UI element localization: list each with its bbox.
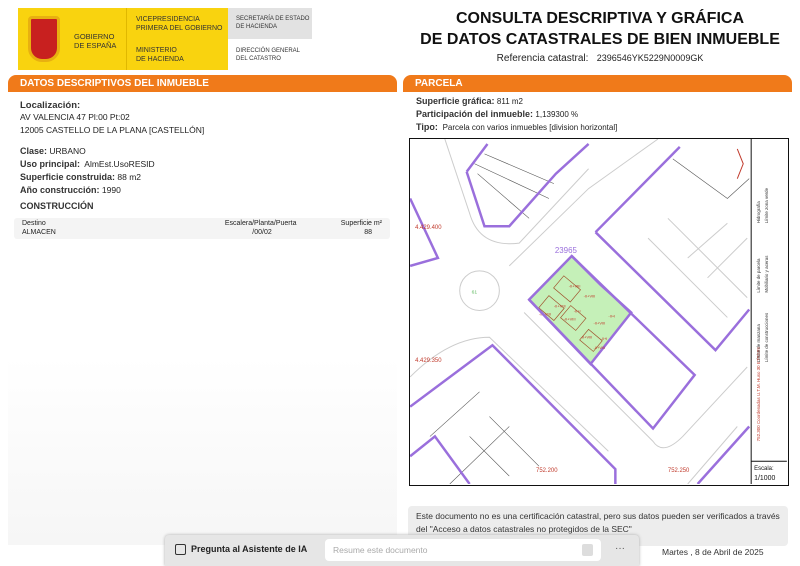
tipo-value: Parcela con varios inmuebles [division h… [442,123,618,132]
document-date: Martes , 8 de Abril de 2025 [662,547,764,557]
cadastral-reference: Referencia catastral: 2396546YK5229N0009… [400,53,800,64]
page-title: CONSULTA DESCRIPTIVA Y GRÁFICA DE DATOS C… [400,8,800,50]
construccion-title: CONSTRUCCIÓN [20,201,94,211]
title-line: DE DATOS CATASTRALES DE BIEN INMUEBLE [420,31,780,48]
sec-text: DE HACIENDA [236,24,278,30]
title-line: CONSULTA DESCRIPTIVA Y GRÁFICA [455,10,744,27]
clase-label: Clase: [20,146,48,156]
ai-prompt-input[interactable]: Resume este documento [325,539,601,561]
utm-x-label: 752.200 [536,468,558,474]
loc-label: Localización: [20,100,81,111]
table-row: ALMACEN/00/02 88 [14,228,390,239]
dir-text: DEL CATASTRO [236,56,281,62]
right-panel: PARCELA [403,75,792,92]
supg-value: 811 m2 [496,97,523,106]
coat-of-arms-icon [28,16,60,62]
scale-value: 1/1000 [754,475,775,482]
construction-table: Destino Escalera/Planta/Puerta Superficie … [14,218,390,239]
secretaria-box: SECRETARÍA DE ESTADO DE HACIENDA [228,8,312,39]
sec-text: SECRETARÍA DE ESTADO [236,16,310,22]
ref-label: Referencia catastral: [496,53,589,64]
svg-text:-II+VIII: -II+VIII [594,345,606,350]
utm-y-label: 4.429.400 [415,225,442,231]
svg-text:-II+VIII: -II+VIII [554,304,566,309]
col-header: Destino [22,220,46,227]
legend-item: Límite de manzana [756,324,761,362]
cadastral-map[interactable]: -II+VIII -II+VIII -II+VIII -II+I -II+VIII -I… [409,138,789,486]
svg-text:-II+VIII: -II+VIII [581,334,593,339]
vp-text: PRIMERA DEL GOBIERNO [136,25,223,32]
svg-text:-II+I: -II+I [608,313,615,318]
address-line: 12005 CASTELLO DE LA PLANA [CASTELLÓN] [20,125,205,135]
svg-text:-II+VIII: -II+VIII [594,320,606,325]
table-header: Destino Escalera/Planta/Puerta Superficie … [14,218,390,228]
gov-text: DE ESPAÑA [74,41,117,50]
ref-value: 2396546YK5229N0009GK [596,53,704,63]
cell: ALMACEN [22,229,56,236]
col-header: Superficie m² [340,220,382,227]
svg-text:-II+VIII: -II+VIII [569,284,581,289]
sup-label: Superficie construida: [20,172,116,182]
svg-text:-II+I: -II+I [574,308,581,313]
send-icon[interactable] [582,544,593,556]
input-placeholder: Resume este documento [333,545,428,555]
cell: 88 [364,229,372,236]
col-header: Escalera/Planta/Puerta [224,220,297,227]
ai-assistant-icon[interactable] [175,544,186,555]
utm-y-label: 4.429.350 [415,358,442,364]
part-label: Participación del inmueble: [416,109,534,119]
north-arrow-icon [736,148,744,179]
section-header: DATOS DESCRIPTIVOS DEL INMUEBLE [8,75,397,92]
government-logo: GOBIERNO DE ESPAÑA VICEPRESIDENCIA PRIMERA… [18,8,228,70]
svg-text:-II+VIII: -II+VIII [584,294,596,299]
min-text: DE HACIENDA [136,56,184,63]
svg-text:-II+VIII: -II+VIII [564,316,576,321]
svg-text:61: 61 [472,290,478,296]
vp-text: VICEPRESIDENCIA [136,16,200,23]
legend-item: Límite de parcela [756,258,761,293]
min-text: MINISTERIO [136,47,177,54]
ano-value: 1990 [101,185,121,195]
tipo-label: Tipo: [416,122,438,132]
more-options-button[interactable]: ··· [615,543,625,554]
address-line: AV VALENCIA 47 Pl:00 Pt:02 [20,112,130,122]
ai-assistant-label[interactable]: Pregunta al Asistente de IA [191,544,307,554]
supg-label: Superficie gráfica: [416,96,495,106]
legend-item: Mobiliario y aceras [764,255,769,293]
gov-text: GOBIERNO [74,32,115,41]
uso-value: AlmEst.UsoRESID [84,159,155,169]
utm-x-label: 752.250 [668,468,690,474]
sup-value: 88 m2 [117,172,142,182]
legend-item: Hidrografía [756,201,761,224]
ano-label: Año construcción: [20,185,100,195]
parcel-id-label: 23965 [555,246,578,255]
uso-label: Uso principal: [20,159,81,169]
part-value: 1,139300 % [535,110,579,119]
legend-item: Límite de construcciones [764,312,769,362]
svg-text:-II+I: -II+I [600,336,607,341]
legend-item: Límite zona verde [764,187,769,223]
cell: /00/02 [252,229,272,236]
scale-label: Escala: [754,466,774,472]
ai-assistant-bar: Pregunta al Asistente de IA Resume este … [165,535,639,566]
dir-text: DIRECCIÓN GENERAL [236,48,301,54]
clase-value: URBANO [49,146,86,156]
section-header: PARCELA [403,75,792,92]
